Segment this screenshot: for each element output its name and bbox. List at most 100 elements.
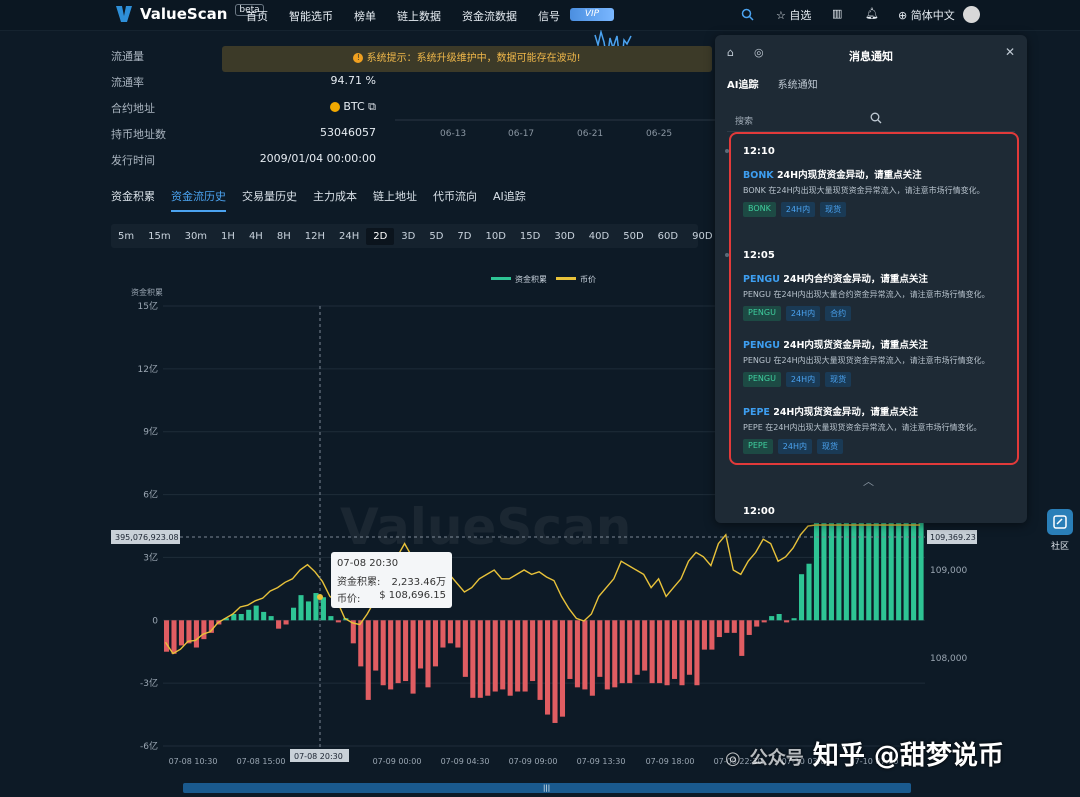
tab-fund-flow-history[interactable]: 资金流历史 [171,188,226,212]
menu-fund-flow[interactable]: 资金流数据 [462,8,517,24]
timeframe-60D[interactable]: 60D [651,228,685,245]
timeframe-10D[interactable]: 10D [478,228,512,245]
brand-logo[interactable]: ValueScan beta [114,4,264,24]
menu-rankings[interactable]: 榜单 [354,8,376,24]
bar [186,620,192,644]
x-tick-label: 07-09 18:00 [646,757,695,766]
bar [724,620,730,633]
timeframe-4H[interactable]: 4H [242,228,270,245]
crosshair-left-value: 395,076,923.08 [115,533,179,542]
bar [694,620,700,686]
menu-home[interactable]: 首页 [246,8,268,24]
bar [410,620,416,694]
crosshair-x-value: 07-08 20:30 [294,752,343,761]
tab-token-flow[interactable]: 代币流向 [433,188,477,212]
search-icon[interactable] [741,8,754,21]
timeframe-12H[interactable]: 12H [298,228,332,245]
menu-signals[interactable]: 信号 [538,8,560,24]
mini-date: 06-13 [440,129,466,139]
bar [388,620,394,690]
bar [515,620,521,692]
timeframe-40D[interactable]: 40D [582,228,616,245]
timeframe-7D[interactable]: 7D [450,228,478,245]
bell-icon[interactable]: 🔔︎ [865,7,879,20]
timeframe-1H[interactable]: 1H [214,228,242,245]
avatar[interactable] [963,6,980,23]
bar [627,620,633,684]
legend-label: 资金积累 [515,274,547,284]
bar [761,620,767,623]
bar [799,574,805,621]
chart-icon[interactable]: ▥ [832,7,842,20]
close-icon[interactable]: ✕ [1005,45,1015,59]
bar [739,620,745,656]
bar [268,616,274,621]
tooltip-price-value: $ 108,696.15 [379,590,446,601]
scroll-handle[interactable]: ||| [543,784,550,792]
timeframe-30m[interactable]: 30m [178,228,214,245]
bar [828,517,834,621]
bar [395,620,401,684]
bar [432,620,439,667]
community-button[interactable] [1047,509,1073,535]
x-tick-label: 07-08 10:30 [169,757,218,766]
chevron-up-icon[interactable]: ︿ [863,473,874,489]
timeframe-15m[interactable]: 15m [141,228,177,245]
watchlist-link[interactable]: ☆ 自选 [776,7,811,23]
mini-date: 06-21 [577,129,603,139]
y-tick-label: 9亿 [143,426,158,438]
chart-zoom-scrollbar[interactable]: ||| [183,783,911,793]
data-tabs: 资金积累 资金流历史 交易量历史 主力成本 链上地址 代币流向 AI追踪 [111,188,542,212]
bar [365,620,371,700]
tab-ai-tracking[interactable]: AI追踪 [493,188,526,212]
legend-label: 币价 [580,275,596,284]
menu-coin-select[interactable]: 智能选币 [289,8,333,24]
bar [559,620,566,717]
tab-volume-history[interactable]: 交易量历史 [242,188,297,212]
search-icon[interactable] [870,112,882,124]
btc-icon [329,102,340,112]
bar [866,517,872,621]
bar [178,620,185,646]
mini-date: 06-25 [646,129,672,139]
tab-fund-accumulation[interactable]: 资金积累 [111,188,155,212]
bar [298,595,304,621]
language-switcher[interactable]: ⊕ 简体中文 [898,7,955,23]
bar [649,620,655,684]
search-input[interactable]: 搜索 [735,114,753,127]
bar [537,620,543,700]
timeframe-8H[interactable]: 8H [270,228,298,245]
bar [896,517,902,621]
timeframe-2D[interactable]: 2D [366,227,395,245]
timeframe-24H[interactable]: 24H [332,228,366,245]
timeframe-5m[interactable]: 5m [111,228,141,245]
copy-icon[interactable]: ⧉ [368,100,376,113]
timeframe-50D[interactable]: 50D [616,228,650,245]
bar [589,620,595,696]
timeframe-30D[interactable]: 30D [547,228,581,245]
bar [918,517,924,621]
timeframe-15D[interactable]: 15D [513,228,547,245]
tab-ai-tracking[interactable]: AI追踪 [727,80,758,91]
vip-badge[interactable]: VIP [570,8,614,21]
timeframe-3D[interactable]: 3D [394,228,422,245]
bar [836,517,842,621]
bar [193,620,199,648]
info-row-contract: 合约地址 BTC ⧉ [111,100,376,116]
panel-tabs: AI追踪 系统通知 [727,76,834,91]
bar [545,620,551,715]
x-tick-label: 07-09 09:00 [509,757,558,766]
timeframe-5D[interactable]: 5D [422,228,450,245]
community-label: 社区 [1051,542,1070,552]
info-label: 持币地址数 [111,128,166,141]
bar [567,620,573,679]
tab-system-notice[interactable]: 系统通知 [778,80,818,91]
bar [320,597,326,621]
info-row-issue-date: 发行时间 2009/01/04 00:00:00 [111,152,376,168]
tab-onchain-address[interactable]: 链上地址 [373,188,417,212]
bar [664,620,670,686]
highlight-box [729,132,1019,465]
menu-onchain[interactable]: 链上数据 [397,8,441,24]
tab-main-cost[interactable]: 主力成本 [313,188,357,212]
bar [276,620,282,629]
